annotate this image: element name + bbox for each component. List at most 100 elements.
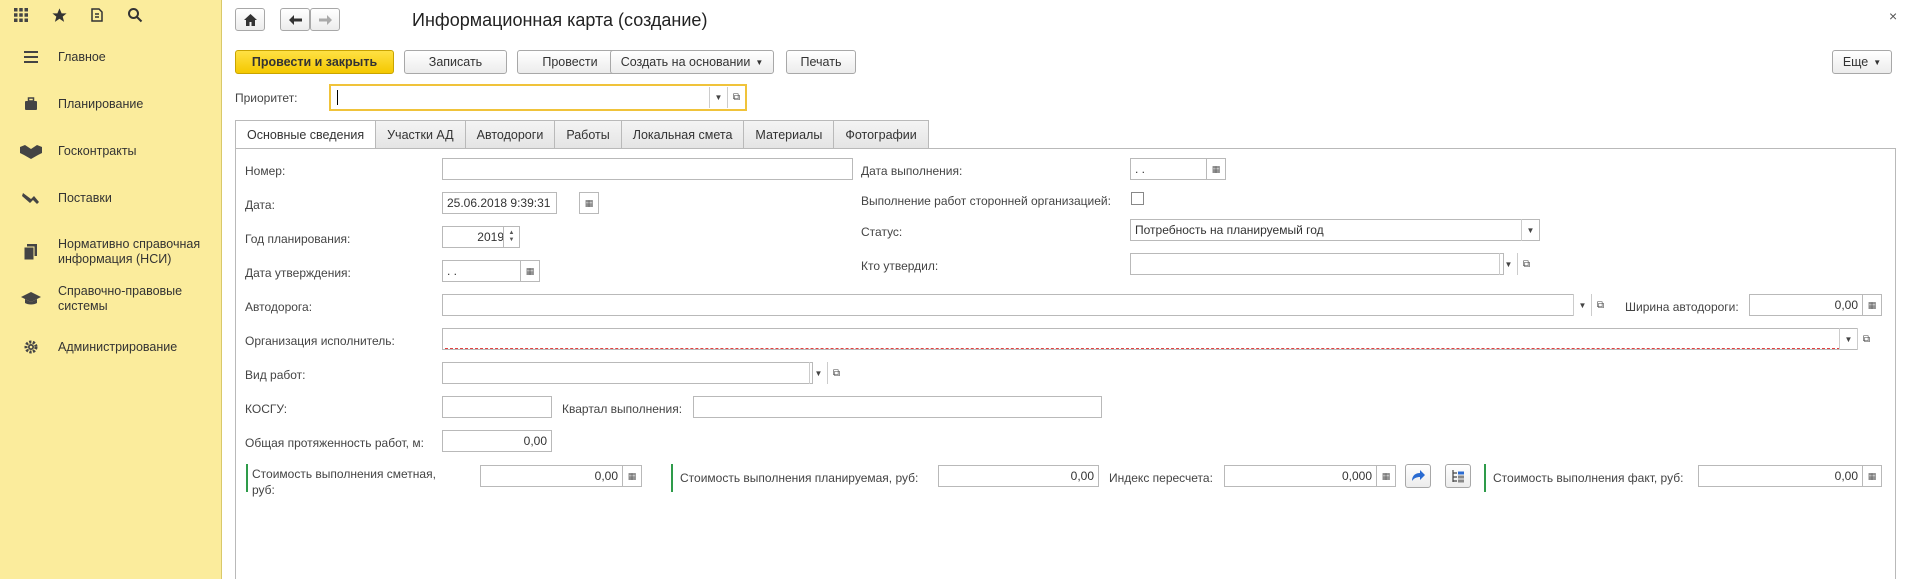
approval-date-label: Дата утверждения: xyxy=(245,266,351,280)
exec-date-label: Дата выполнения: xyxy=(861,164,963,178)
plan-year-label: Год планирования: xyxy=(245,232,351,246)
cost-estimate-label-line2: руб: xyxy=(252,483,275,497)
sidebar-item-supplies[interactable]: Поставки xyxy=(0,189,222,207)
status-select[interactable]: Потребность на планируемый год xyxy=(1130,219,1540,241)
executor-dropdown[interactable]: ▼ xyxy=(1839,328,1857,350)
arrow-left-icon xyxy=(288,14,302,25)
print-button[interactable]: Печать xyxy=(786,50,856,74)
exec-calendar-button[interactable]: ▦ xyxy=(1206,158,1226,180)
tab-photos[interactable]: Фотографии xyxy=(833,120,929,148)
history-icon[interactable] xyxy=(88,6,106,24)
status-dropdown[interactable]: ▼ xyxy=(1521,219,1539,241)
recalc-index-calc-button[interactable]: ▦ xyxy=(1376,465,1396,487)
tab-road-sections[interactable]: Участки АД xyxy=(375,120,466,148)
sidebar-item-legal[interactable]: Справочно-правовые системы xyxy=(0,284,222,314)
approval-date-input[interactable]: . . xyxy=(442,260,526,282)
calculator-icon: ▦ xyxy=(1867,470,1877,481)
approved-by-open[interactable]: ⧉ xyxy=(1517,253,1535,275)
exec-date-input[interactable]: . . xyxy=(1130,158,1212,180)
cost-fact-input[interactable]: 0,00 xyxy=(1698,465,1863,487)
work-type-input[interactable] xyxy=(442,362,813,384)
year-stepper[interactable]: ▲ ▼ xyxy=(503,226,520,248)
cost-estimate-calc-button[interactable]: ▦ xyxy=(622,465,642,487)
status-label: Статус: xyxy=(861,225,903,239)
kosgu-input[interactable] xyxy=(442,396,552,418)
work-type-open[interactable]: ⧉ xyxy=(827,362,845,384)
create-based-on-button[interactable]: Создать на основании ▼ xyxy=(610,50,774,74)
sidebar-item-admin[interactable]: Администрирование xyxy=(0,338,222,356)
tab-main-info[interactable]: Основные сведения xyxy=(235,120,377,149)
priority-input[interactable] xyxy=(329,84,747,111)
cost-estimate-label-line1: Стоимость выполнения сметная, xyxy=(252,467,436,481)
number-label: Номер: xyxy=(245,164,286,178)
chevron-down-icon: ▼ xyxy=(1526,225,1535,235)
road-width-label: Ширина автодороги: xyxy=(1625,300,1739,314)
recalc-index-input[interactable]: 0,000 xyxy=(1224,465,1377,487)
cost-fact-calc-button[interactable]: ▦ xyxy=(1862,465,1882,487)
page-title: Информационная карта (создание) xyxy=(412,10,708,30)
cost-planned-label: Стоимость выполнения планируемая, руб: xyxy=(680,471,919,485)
road-dropdown[interactable]: ▼ xyxy=(1573,294,1591,316)
sidebar-item-label: Справочно-правовые системы xyxy=(58,284,183,313)
group-marker xyxy=(246,464,248,492)
cost-estimate-input[interactable]: 0,00 xyxy=(480,465,623,487)
apply-index-button[interactable] xyxy=(1405,464,1431,488)
quarter-input[interactable] xyxy=(693,396,1102,418)
close-icon[interactable]: × xyxy=(1889,8,1897,24)
sidebar-item-nsi[interactable]: Нормативно справочная информация (НСИ) xyxy=(0,237,222,267)
sidebar-item-planning[interactable]: Планирование xyxy=(0,95,222,113)
post-button[interactable]: Провести xyxy=(517,50,623,74)
approval-calendar-button[interactable]: ▦ xyxy=(520,260,540,282)
approved-by-input[interactable] xyxy=(1130,253,1504,275)
road-width-input[interactable]: 0,00 xyxy=(1749,294,1863,316)
grid-icon[interactable] xyxy=(12,6,30,24)
plan-year-input[interactable]: 2019 xyxy=(442,226,509,248)
open-icon: ⧉ xyxy=(1596,299,1605,311)
calculator-icon: ▦ xyxy=(1381,470,1391,481)
quarter-label: Квартал выполнения: xyxy=(562,402,683,416)
post-and-close-button[interactable]: Провести и закрыть xyxy=(235,50,394,74)
redo-arrow-icon xyxy=(1412,470,1425,481)
text-cursor xyxy=(337,90,338,105)
tab-local-estimate[interactable]: Локальная смета xyxy=(620,120,745,148)
recalc-index-label: Индекс пересчета: xyxy=(1109,471,1213,485)
work-type-dropdown[interactable]: ▼ xyxy=(809,362,827,384)
forward-button[interactable] xyxy=(310,8,340,31)
sidebar-item-main[interactable]: Главное xyxy=(0,48,222,66)
more-button[interactable]: Еще ▼ xyxy=(1832,50,1892,74)
sidebar: Главное Планирование Госконтракты Постав… xyxy=(0,0,222,579)
priority-dropdown[interactable]: ▼ xyxy=(709,87,727,108)
tree-structure-icon xyxy=(1452,470,1464,483)
cost-planned-input[interactable]: 0,00 xyxy=(938,465,1099,487)
search-icon[interactable] xyxy=(126,6,144,24)
executor-input[interactable] xyxy=(442,328,1858,350)
calendar-button[interactable]: ▦ xyxy=(579,192,599,214)
approved-by-dropdown[interactable]: ▼ xyxy=(1499,253,1517,275)
road-input[interactable] xyxy=(442,294,1574,316)
save-button[interactable]: Записать xyxy=(404,50,507,74)
length-input[interactable]: 0,00 xyxy=(442,430,552,452)
road-width-calc-button[interactable]: ▦ xyxy=(1862,294,1882,316)
chevron-down-icon: ▼ xyxy=(1873,57,1882,67)
third-party-checkbox[interactable] xyxy=(1131,192,1144,205)
back-button[interactable] xyxy=(280,8,310,31)
work-type-label: Вид работ: xyxy=(245,368,306,382)
road-open[interactable]: ⧉ xyxy=(1591,294,1609,316)
handshake-icon xyxy=(20,141,42,161)
tab-works[interactable]: Работы xyxy=(554,120,622,148)
sidebar-item-contracts[interactable]: Госконтракты xyxy=(0,142,222,160)
tab-materials[interactable]: Материалы xyxy=(743,120,835,148)
executor-open[interactable]: ⧉ xyxy=(1857,328,1875,350)
star-icon[interactable] xyxy=(50,6,68,24)
date-label: Дата: xyxy=(245,198,275,212)
number-input[interactable] xyxy=(442,158,853,180)
tab-roads[interactable]: Автодороги xyxy=(464,120,556,148)
home-button[interactable] xyxy=(235,8,265,31)
chevron-down-icon: ▼ xyxy=(1844,334,1853,344)
open-icon: ⧉ xyxy=(732,92,741,103)
structure-button[interactable] xyxy=(1445,464,1471,488)
date-input[interactable]: 25.06.2018 9:39:31 xyxy=(442,192,557,214)
create-based-on-label: Создать на основании xyxy=(620,55,751,69)
group-marker xyxy=(1484,464,1486,492)
priority-open[interactable]: ⧉ xyxy=(727,87,745,108)
